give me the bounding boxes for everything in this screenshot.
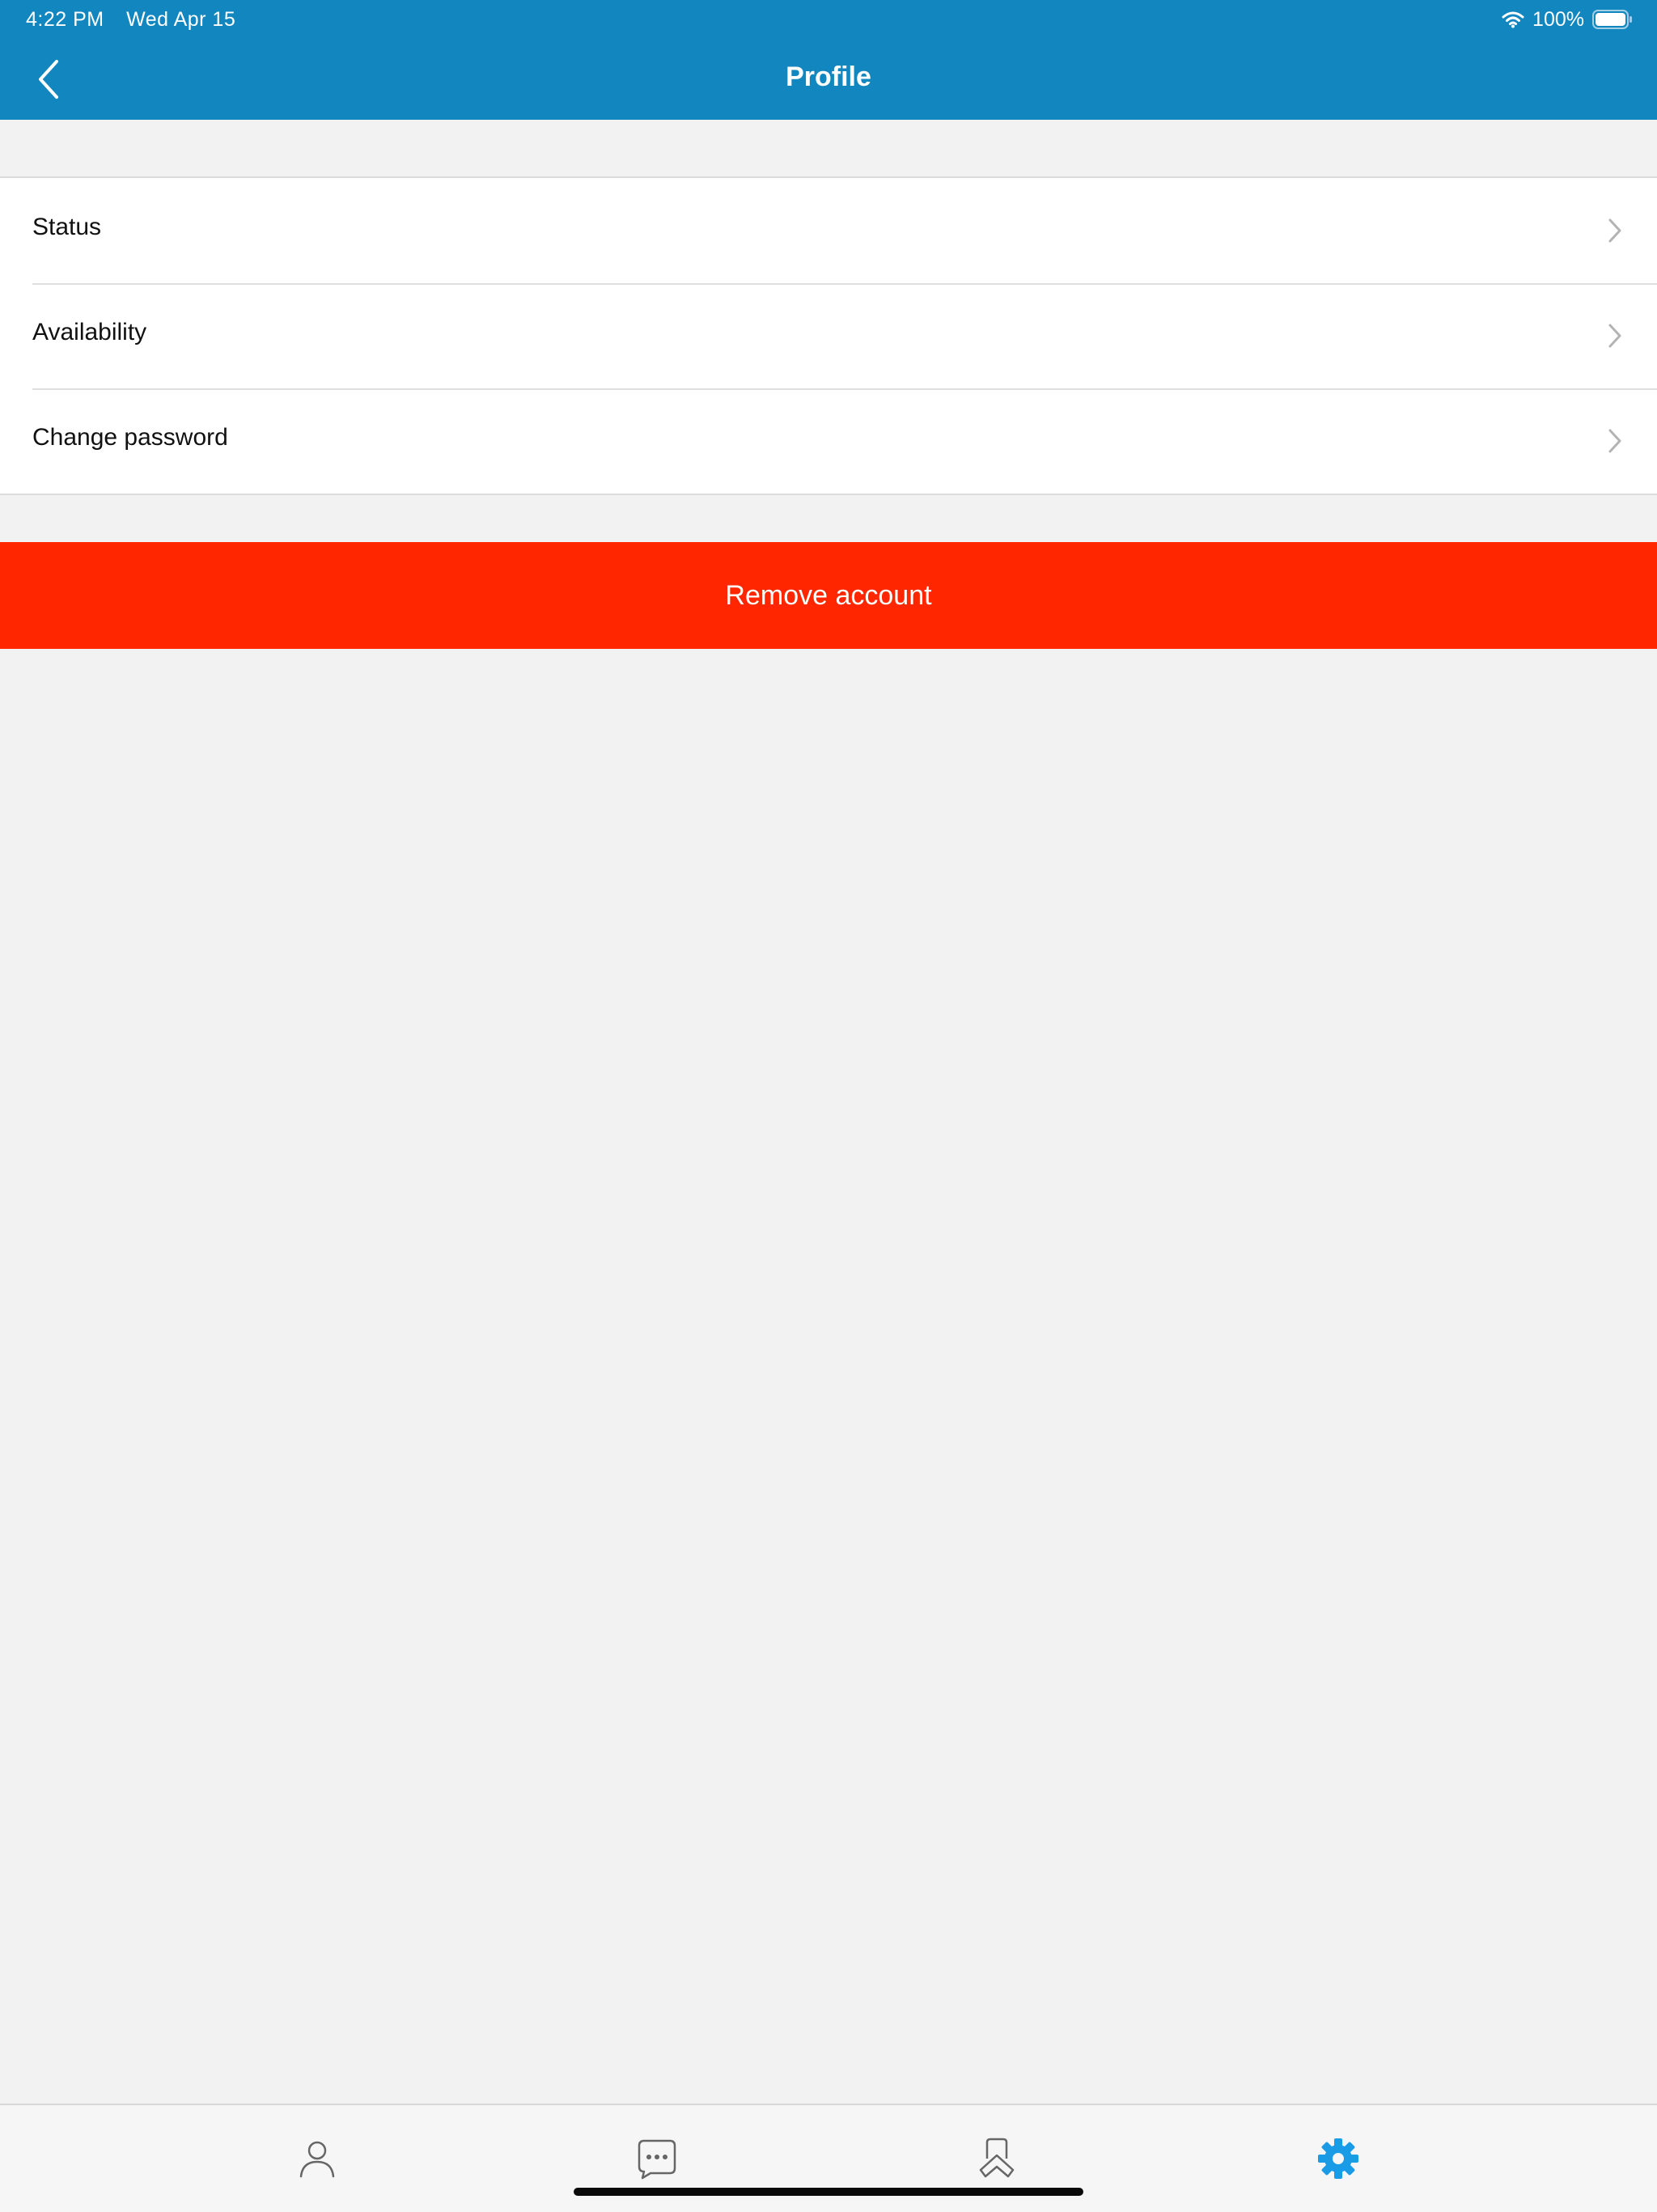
menu-item-label: Change password [32,424,228,451]
menu-item-availability[interactable]: Availability [0,283,1657,388]
page-title: Profile [786,61,871,92]
menu-item-change-password[interactable]: Change password [0,388,1657,494]
chevron-right-icon [1608,324,1621,348]
status-date: Wed Apr 15 [126,8,236,31]
remove-account-button[interactable]: Remove account [0,542,1657,649]
battery-icon [1592,10,1632,29]
tab-settings[interactable] [1316,2136,1361,2181]
hands-icon [979,2138,1015,2178]
chevron-right-icon [1608,218,1621,243]
menu-item-label: Status [32,214,102,240]
tab-profile[interactable] [295,2136,340,2181]
status-bar-right: 100% [1502,6,1633,32]
home-indicator [574,2188,1083,2196]
menu-item-status[interactable]: Status [0,178,1657,283]
wifi-icon [1502,11,1524,28]
tab-support[interactable] [974,2136,1019,2181]
person-icon [299,2141,335,2178]
chevron-right-icon [1608,429,1621,453]
tab-messages[interactable] [634,2136,680,2181]
menu-item-label: Availability [32,319,147,345]
profile-menu-list: Status Availability Change password [0,176,1657,495]
top-bar: 4:22 PM Wed Apr 15 100% Profile [0,0,1657,120]
status-time: 4:22 PM [26,8,104,31]
gear-icon [1318,2138,1358,2179]
status-bar-left: 4:22 PM Wed Apr 15 [26,8,252,32]
battery-percent: 100% [1532,7,1584,31]
chat-bubble-icon [638,2139,676,2180]
